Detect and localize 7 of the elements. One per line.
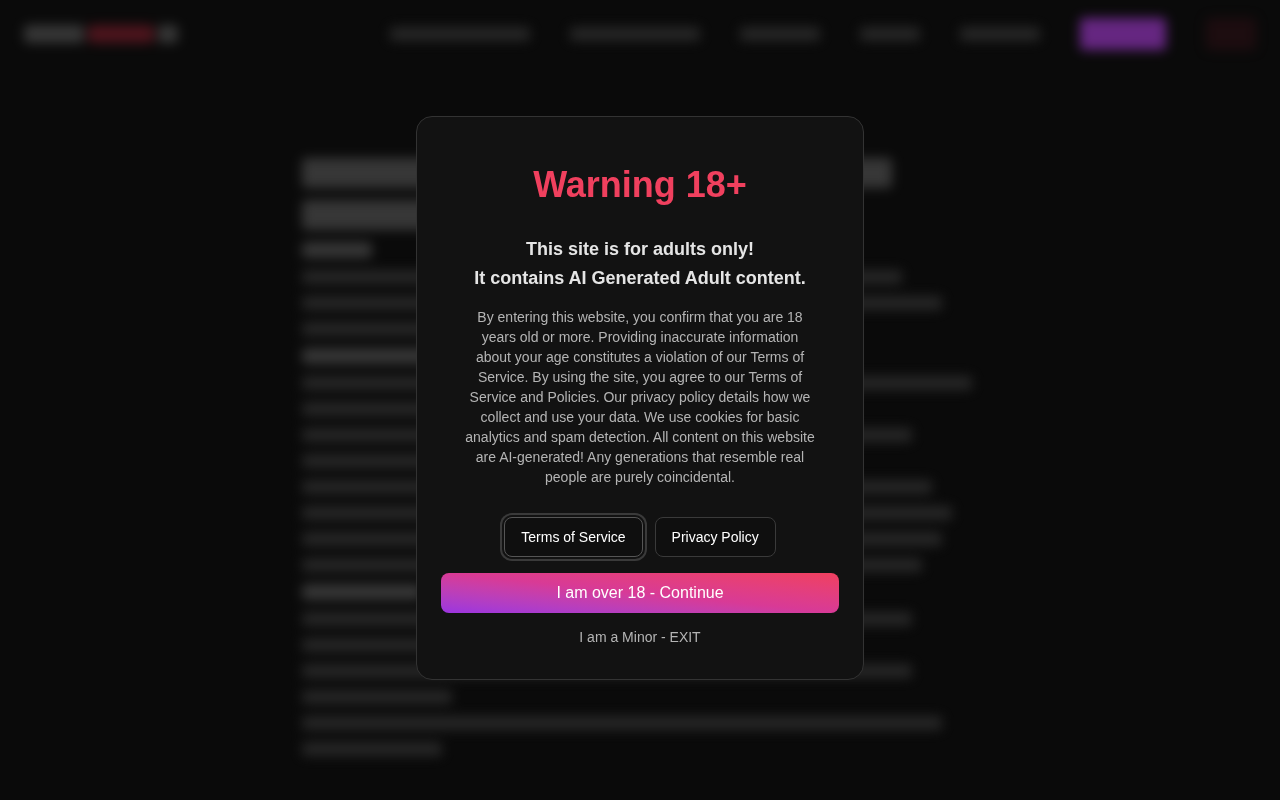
policy-link-button[interactable]: Privacy Policy <box>654 517 776 557</box>
dialog-body-text: By entering this website, you confirm that you are 18 years old or more. Providing inaccurate information about your age constitutes a violation of our Terms of Service. By using the site, you agree to our Terms of Service and Policies. Our privacy policy details how we collect and use your data. We use cookies for basic analytics and spam detection. All content on this website are AI-generated! Any generations that resemble real people are purely coincidental. <box>465 308 815 487</box>
dialog-headline: It contains AI Generated Adult content. <box>474 267 806 290</box>
continue-button[interactable]: I am over 18 - Continue <box>441 573 839 613</box>
dialog-headline: This site is for adults only! <box>525 238 754 261</box>
dialog-title: Warning 18+ <box>533 163 747 207</box>
exit-link[interactable]: I am a Minor - EXIT <box>579 627 701 647</box>
